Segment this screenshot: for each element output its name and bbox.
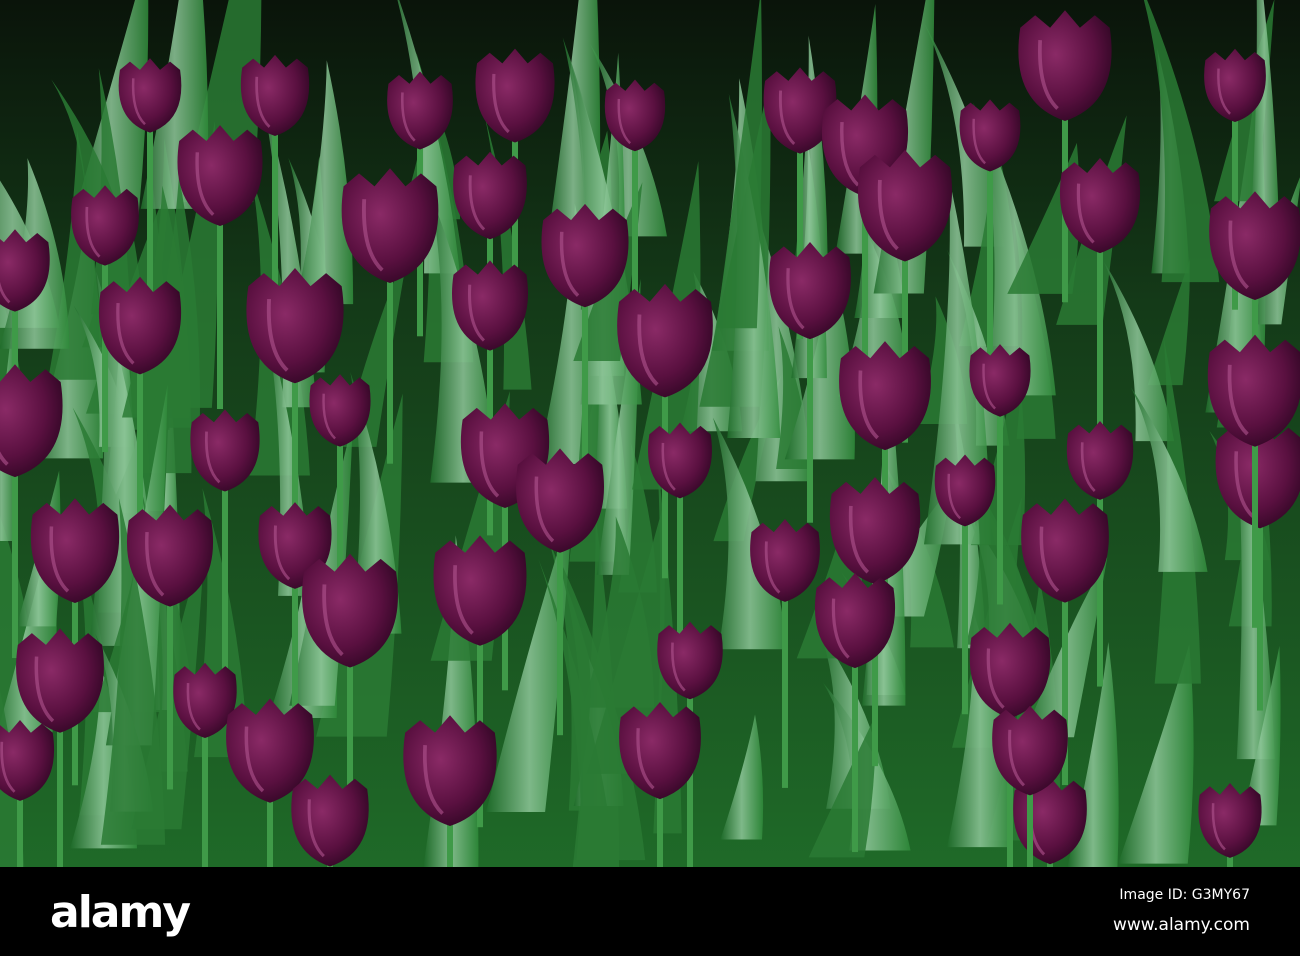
watermark-bar: alamy Image ID: G3MY67 www.alamy.com — [0, 867, 1300, 956]
tulip-field-photo — [0, 0, 1300, 867]
photo-frame: alamy Image ID: G3MY67 www.alamy.com — [0, 0, 1300, 956]
image-id: Image ID: G3MY67 — [1119, 887, 1250, 903]
alamy-logo: alamy — [50, 887, 191, 938]
site-url: www.alamy.com — [1112, 915, 1250, 935]
